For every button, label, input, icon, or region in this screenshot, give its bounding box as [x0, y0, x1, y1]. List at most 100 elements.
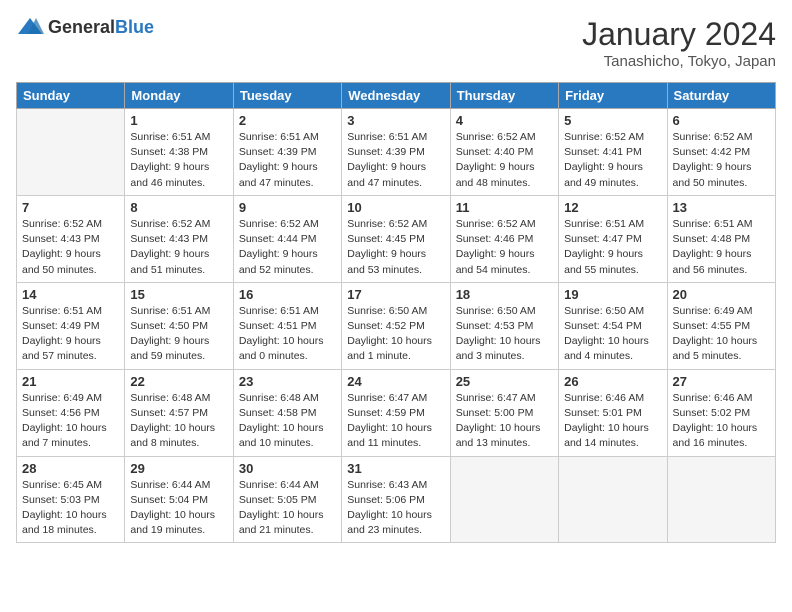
- sun-info: Sunrise: 6:52 AMSunset: 4:46 PMDaylight:…: [456, 217, 553, 278]
- sun-info: Sunrise: 6:45 AMSunset: 5:03 PMDaylight:…: [22, 478, 119, 539]
- calendar-cell: 15 Sunrise: 6:51 AMSunset: 4:50 PMDayligh…: [125, 282, 233, 369]
- day-number: 23: [239, 374, 336, 389]
- day-number: 30: [239, 461, 336, 476]
- day-number: 3: [347, 113, 444, 128]
- sun-info: Sunrise: 6:52 AMSunset: 4:43 PMDaylight:…: [130, 217, 227, 278]
- sun-info: Sunrise: 6:52 AMSunset: 4:42 PMDaylight:…: [673, 130, 770, 191]
- sun-info: Sunrise: 6:51 AMSunset: 4:48 PMDaylight:…: [673, 217, 770, 278]
- day-number: 26: [564, 374, 661, 389]
- sun-info: Sunrise: 6:52 AMSunset: 4:40 PMDaylight:…: [456, 130, 553, 191]
- sun-info: Sunrise: 6:52 AMSunset: 4:45 PMDaylight:…: [347, 217, 444, 278]
- sun-info: Sunrise: 6:52 AMSunset: 4:44 PMDaylight:…: [239, 217, 336, 278]
- day-number: 1: [130, 113, 227, 128]
- calendar-cell: 20Sunrise: 6:49 AMSunset: 4:55 PMDayligh…: [667, 282, 775, 369]
- calendar-week-row: 7 Sunrise: 6:52 AMSunset: 4:43 PMDaylight…: [17, 195, 776, 282]
- sun-info: Sunrise: 6:48 AMSunset: 4:58 PMDaylight:…: [239, 391, 336, 452]
- day-number: 31: [347, 461, 444, 476]
- sun-info: Sunrise: 6:52 AMSunset: 4:41 PMDaylight:…: [564, 130, 661, 191]
- calendar-cell: 1 Sunrise: 6:51 AMSunset: 4:38 PMDaylight…: [125, 109, 233, 196]
- calendar-body: 1 Sunrise: 6:51 AMSunset: 4:38 PMDaylight…: [17, 109, 776, 543]
- weekday-header: Saturday: [667, 83, 775, 109]
- weekday-header: Friday: [559, 83, 667, 109]
- sun-info: Sunrise: 6:44 AMSunset: 5:05 PMDaylight:…: [239, 478, 336, 539]
- calendar-cell: 25Sunrise: 6:47 AMSunset: 5:00 PMDayligh…: [450, 369, 558, 456]
- calendar-cell: 18Sunrise: 6:50 AMSunset: 4:53 PMDayligh…: [450, 282, 558, 369]
- calendar-cell: 14 Sunrise: 6:51 AMSunset: 4:49 PMDayligh…: [17, 282, 125, 369]
- month-title: January 2024: [582, 16, 776, 53]
- day-number: 19: [564, 287, 661, 302]
- sun-info: Sunrise: 6:46 AMSunset: 5:01 PMDaylight:…: [564, 391, 661, 452]
- calendar-cell: 10 Sunrise: 6:52 AMSunset: 4:45 PMDayligh…: [342, 195, 450, 282]
- sun-info: Sunrise: 6:50 AMSunset: 4:52 PMDaylight:…: [347, 304, 444, 365]
- day-number: 6: [673, 113, 770, 128]
- logo: GeneralBlue: [16, 16, 154, 38]
- calendar-cell: 21 Sunrise: 6:49 AMSunset: 4:56 PMDayligh…: [17, 369, 125, 456]
- day-number: 16: [239, 287, 336, 302]
- calendar-week-row: 14 Sunrise: 6:51 AMSunset: 4:49 PMDayligh…: [17, 282, 776, 369]
- calendar-cell: 19Sunrise: 6:50 AMSunset: 4:54 PMDayligh…: [559, 282, 667, 369]
- sun-info: Sunrise: 6:47 AMSunset: 4:59 PMDaylight:…: [347, 391, 444, 452]
- calendar-cell: 28 Sunrise: 6:45 AMSunset: 5:03 PMDayligh…: [17, 456, 125, 543]
- day-number: 10: [347, 200, 444, 215]
- calendar-week-row: 1 Sunrise: 6:51 AMSunset: 4:38 PMDaylight…: [17, 109, 776, 196]
- day-number: 8: [130, 200, 227, 215]
- day-number: 15: [130, 287, 227, 302]
- calendar-cell: [17, 109, 125, 196]
- day-number: 27: [673, 374, 770, 389]
- calendar-cell: 13 Sunrise: 6:51 AMSunset: 4:48 PMDayligh…: [667, 195, 775, 282]
- calendar-week-row: 28 Sunrise: 6:45 AMSunset: 5:03 PMDayligh…: [17, 456, 776, 543]
- weekday-header: Sunday: [17, 83, 125, 109]
- calendar-cell: 4 Sunrise: 6:52 AMSunset: 4:40 PMDaylight…: [450, 109, 558, 196]
- sun-info: Sunrise: 6:49 AMSunset: 4:56 PMDaylight:…: [22, 391, 119, 452]
- sun-info: Sunrise: 6:44 AMSunset: 5:04 PMDaylight:…: [130, 478, 227, 539]
- day-number: 11: [456, 200, 553, 215]
- calendar-cell: 29 Sunrise: 6:44 AMSunset: 5:04 PMDayligh…: [125, 456, 233, 543]
- calendar-cell: 23 Sunrise: 6:48 AMSunset: 4:58 PMDayligh…: [233, 369, 341, 456]
- sun-info: Sunrise: 6:51 AMSunset: 4:51 PMDaylight:…: [239, 304, 336, 365]
- calendar-cell: 6 Sunrise: 6:52 AMSunset: 4:42 PMDaylight…: [667, 109, 775, 196]
- day-number: 22: [130, 374, 227, 389]
- logo-blue: Blue: [115, 17, 154, 37]
- calendar-cell: [559, 456, 667, 543]
- calendar-cell: 17 Sunrise: 6:50 AMSunset: 4:52 PMDayligh…: [342, 282, 450, 369]
- sun-info: Sunrise: 6:51 AMSunset: 4:49 PMDaylight:…: [22, 304, 119, 365]
- page-header: GeneralBlue January 2024 Tanashicho, Tok…: [16, 16, 776, 70]
- calendar-header-row: SundayMondayTuesdayWednesdayThursdayFrid…: [17, 83, 776, 109]
- sun-info: Sunrise: 6:51 AMSunset: 4:38 PMDaylight:…: [130, 130, 227, 191]
- sun-info: Sunrise: 6:50 AMSunset: 4:53 PMDaylight:…: [456, 304, 553, 365]
- day-number: 29: [130, 461, 227, 476]
- weekday-header: Monday: [125, 83, 233, 109]
- sun-info: Sunrise: 6:51 AMSunset: 4:50 PMDaylight:…: [130, 304, 227, 365]
- title-block: January 2024 Tanashicho, Tokyo, Japan: [582, 16, 776, 70]
- calendar-cell: 11 Sunrise: 6:52 AMSunset: 4:46 PMDayligh…: [450, 195, 558, 282]
- day-number: 4: [456, 113, 553, 128]
- sun-info: Sunrise: 6:46 AMSunset: 5:02 PMDaylight:…: [673, 391, 770, 452]
- calendar-cell: 9Sunrise: 6:52 AMSunset: 4:44 PMDaylight…: [233, 195, 341, 282]
- day-number: 2: [239, 113, 336, 128]
- calendar-table: SundayMondayTuesdayWednesdayThursdayFrid…: [16, 82, 776, 543]
- calendar-cell: 31Sunrise: 6:43 AMSunset: 5:06 PMDayligh…: [342, 456, 450, 543]
- sun-info: Sunrise: 6:51 AMSunset: 4:39 PMDaylight:…: [347, 130, 444, 191]
- day-number: 21: [22, 374, 119, 389]
- day-number: 12: [564, 200, 661, 215]
- day-number: 13: [673, 200, 770, 215]
- calendar-cell: 24Sunrise: 6:47 AMSunset: 4:59 PMDayligh…: [342, 369, 450, 456]
- calendar-cell: 30 Sunrise: 6:44 AMSunset: 5:05 PMDayligh…: [233, 456, 341, 543]
- calendar-cell: 12Sunrise: 6:51 AMSunset: 4:47 PMDayligh…: [559, 195, 667, 282]
- sun-info: Sunrise: 6:47 AMSunset: 5:00 PMDaylight:…: [456, 391, 553, 452]
- day-number: 5: [564, 113, 661, 128]
- day-number: 17: [347, 287, 444, 302]
- calendar-cell: 5 Sunrise: 6:52 AMSunset: 4:41 PMDaylight…: [559, 109, 667, 196]
- sun-info: Sunrise: 6:51 AMSunset: 4:39 PMDaylight:…: [239, 130, 336, 191]
- weekday-header: Tuesday: [233, 83, 341, 109]
- calendar-cell: 3 Sunrise: 6:51 AMSunset: 4:39 PMDaylight…: [342, 109, 450, 196]
- logo-icon: [16, 16, 44, 38]
- calendar-cell: 16 Sunrise: 6:51 AMSunset: 4:51 PMDayligh…: [233, 282, 341, 369]
- day-number: 7: [22, 200, 119, 215]
- day-number: 20: [673, 287, 770, 302]
- day-number: 28: [22, 461, 119, 476]
- day-number: 14: [22, 287, 119, 302]
- sun-info: Sunrise: 6:48 AMSunset: 4:57 PMDaylight:…: [130, 391, 227, 452]
- calendar-cell: [667, 456, 775, 543]
- calendar-week-row: 21 Sunrise: 6:49 AMSunset: 4:56 PMDayligh…: [17, 369, 776, 456]
